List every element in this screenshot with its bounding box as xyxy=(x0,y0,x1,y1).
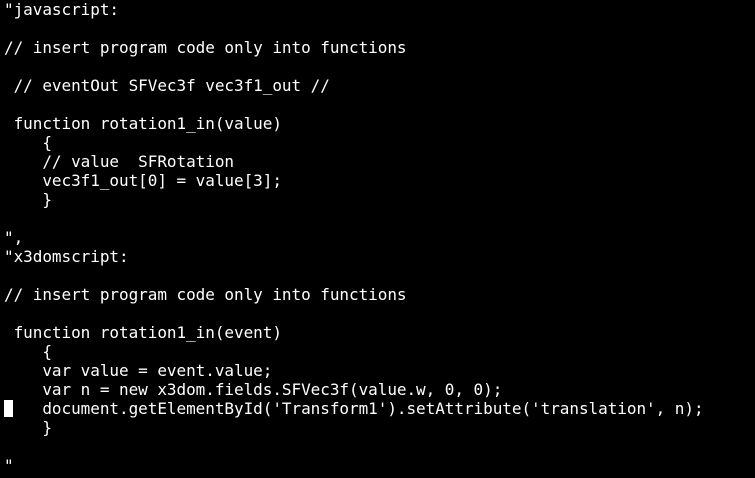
code-line-25: " xyxy=(4,456,14,475)
code-line-8: { xyxy=(4,133,52,152)
text-cursor xyxy=(4,400,13,417)
code-line-13: ", xyxy=(4,228,24,247)
code-line-18: function rotation1_in(event) xyxy=(4,323,282,342)
code-line-7: function rotation1_in(value) xyxy=(4,114,282,133)
code-line-16: // insert program code only into functio… xyxy=(4,285,407,304)
code-line-11: } xyxy=(4,190,52,209)
code-line-23: } xyxy=(4,418,52,437)
code-line-1: "javascript: xyxy=(4,0,119,19)
code-line-20: var value = event.value; xyxy=(4,361,273,380)
code-line-10: vec3f1_out[0] = value[3]; xyxy=(4,171,282,190)
code-line-22: document.getElementById('Transform1').se… xyxy=(4,399,704,418)
code-line-14: "x3domscript: xyxy=(4,247,129,266)
code-line-5: // eventOut SFVec3f vec3f1_out // xyxy=(4,76,330,95)
code-line-21: var n = new x3dom.fields.SFVec3f(value.w… xyxy=(4,380,503,399)
terminal-text-area[interactable]: "javascript: // insert program code only… xyxy=(4,0,755,478)
code-line-9: // value SFRotation xyxy=(4,152,234,171)
code-line-3: // insert program code only into functio… xyxy=(4,38,407,57)
code-line-19: { xyxy=(4,342,52,361)
